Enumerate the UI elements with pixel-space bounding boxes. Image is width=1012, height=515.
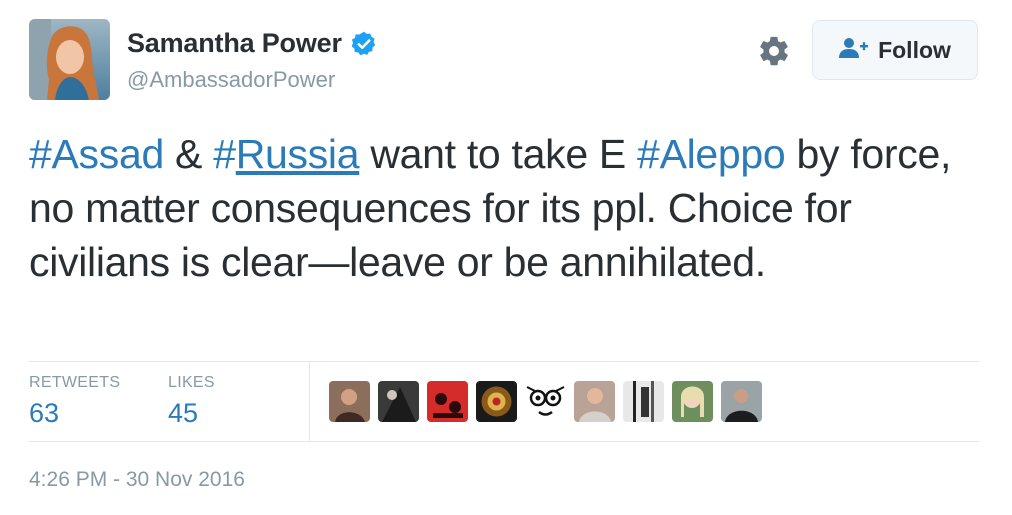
avatar[interactable] — [29, 19, 110, 100]
liker-avatar[interactable] — [623, 381, 664, 422]
liker-avatar[interactable] — [476, 381, 517, 422]
likes-label: LIKES — [168, 374, 215, 391]
liker-avatar[interactable] — [378, 381, 419, 422]
hashtag-russia[interactable]: #Russia — [213, 131, 359, 177]
user-name[interactable]: Samantha Power — [127, 28, 342, 59]
likes-count: 45 — [168, 398, 199, 428]
follow-button[interactable]: Follow — [812, 20, 978, 80]
add-user-icon — [839, 37, 869, 64]
tweet-timestamp[interactable]: 4:26 PM - 30 Nov 2016 — [29, 468, 245, 492]
verified-badge-icon — [350, 30, 378, 58]
liker-avatar[interactable] — [525, 381, 566, 422]
user-name-row: Samantha Power — [127, 28, 378, 59]
stats-top-divider — [29, 361, 979, 362]
retweets-label: RETWEETS — [29, 374, 121, 391]
retweets-count: 63 — [29, 398, 60, 428]
retweets-stat[interactable]: RETWEETS 63 — [29, 374, 120, 429]
user-handle[interactable]: @AmbassadorPower — [127, 67, 335, 93]
follow-button-label: Follow — [878, 36, 951, 63]
likes-stat[interactable]: LIKES 45 — [168, 374, 215, 429]
liker-avatar[interactable] — [721, 381, 762, 422]
stats-separator — [309, 362, 310, 441]
tweet-text: #Assad & #Russia want to take E #Aleppo … — [29, 131, 952, 285]
liker-avatar[interactable] — [427, 381, 468, 422]
stats-bottom-divider — [29, 441, 979, 442]
liker-avatar[interactable] — [574, 381, 615, 422]
liker-avatars — [329, 381, 762, 422]
hashtag-assad[interactable]: #Assad — [29, 131, 164, 177]
liker-avatar[interactable] — [672, 381, 713, 422]
liker-avatar[interactable] — [329, 381, 370, 422]
hashtag-aleppo[interactable]: #Aleppo — [637, 131, 786, 177]
gear-icon[interactable] — [757, 34, 791, 68]
